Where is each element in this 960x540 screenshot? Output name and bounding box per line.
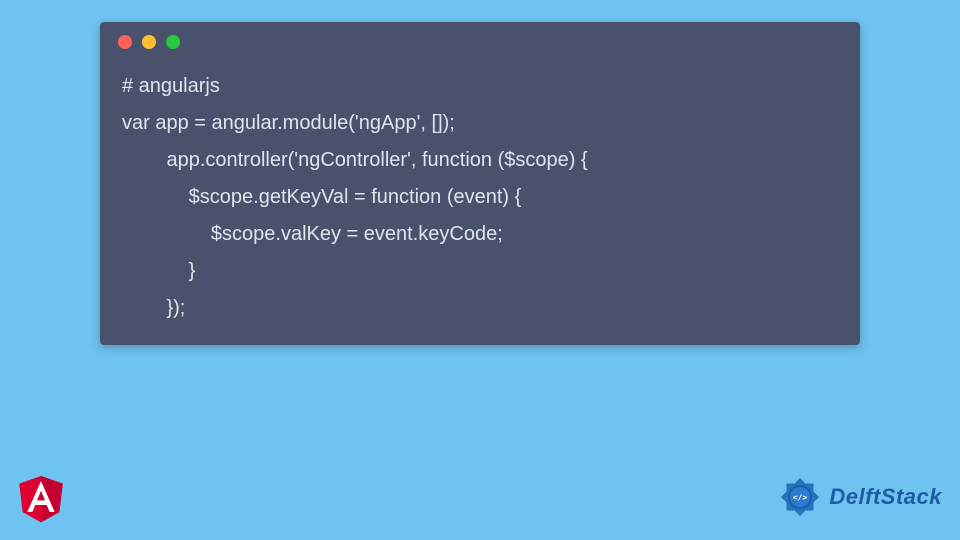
code-block: # angularjs var app = angular.module('ng… — [100, 62, 860, 327]
window-titlebar — [100, 22, 860, 62]
minimize-icon — [142, 35, 156, 49]
delftstack-label: DelftStack — [829, 484, 942, 510]
svg-text:</>: </> — [793, 493, 808, 502]
maximize-icon — [166, 35, 180, 49]
angular-logo-icon — [12, 468, 70, 528]
code-window: # angularjs var app = angular.module('ng… — [100, 22, 860, 345]
close-icon — [118, 35, 132, 49]
delftstack-badge-icon: </> — [775, 472, 825, 522]
delftstack-logo: </> DelftStack — [775, 472, 942, 522]
